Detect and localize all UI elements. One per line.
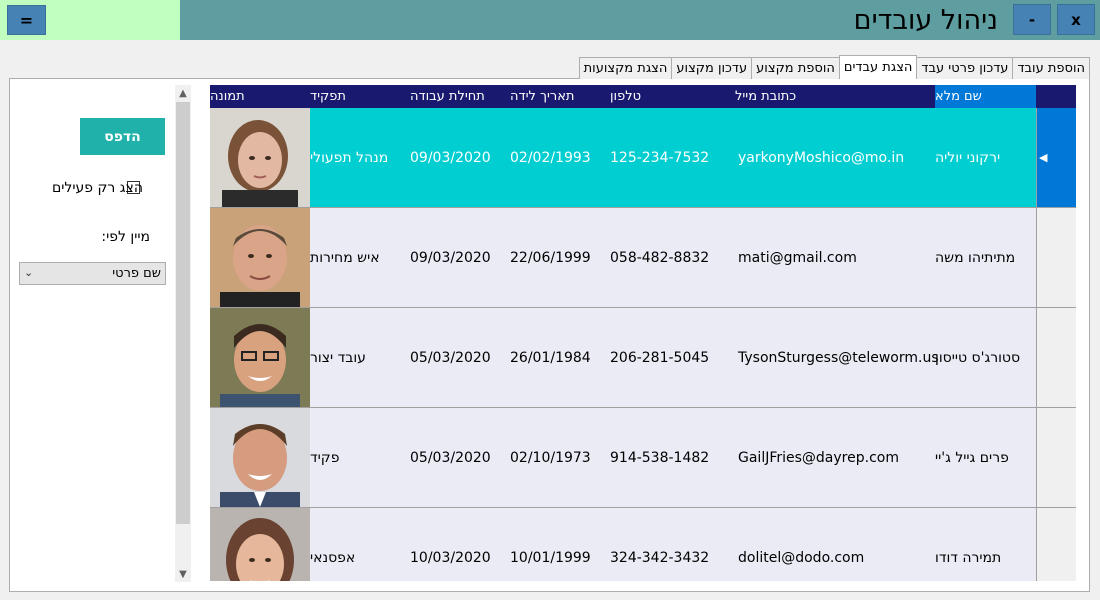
cell-start-date[interactable]: 05/03/2020 — [410, 308, 510, 407]
column-header-birth[interactable]: תאריך לידה — [510, 85, 610, 108]
cell-role[interactable]: איש מחירות — [310, 208, 410, 307]
cell-start-date[interactable]: 09/03/2020 — [410, 108, 510, 207]
active-only-text: הצג רק פעילים — [52, 180, 143, 196]
cell-birth-date[interactable]: 26/01/1984 — [510, 308, 610, 407]
row-header[interactable] — [1036, 208, 1076, 307]
tab-update-employee[interactable]: עדכון פרטי עבד — [916, 57, 1014, 79]
tab-add-profession[interactable]: הוספת מקצוע — [751, 57, 840, 79]
column-header-email[interactable]: כתובת מייל — [735, 85, 935, 108]
row-header[interactable]: ◀ — [1036, 108, 1076, 207]
cell-email[interactable]: yarkonyMoshico@mo.in — [738, 108, 938, 207]
employee-photo — [210, 408, 310, 507]
column-header-role[interactable]: תפקיד — [310, 85, 410, 108]
cell-name[interactable]: תמירה דודו — [935, 508, 1036, 581]
cell-role[interactable]: אפסנאי — [310, 508, 410, 581]
employees-grid: שם מלא כתובת מייל טלפון תאריך לידה תחילת… — [210, 85, 1076, 581]
column-header-start[interactable]: תחילת עבודה — [410, 85, 510, 108]
scroll-up-icon[interactable]: ▲ — [175, 85, 191, 101]
tab-strip: הוספת עובד עדכון פרטי עבד הצגת עבדים הוס… — [557, 55, 1090, 79]
table-row[interactable]: אפסנאי 10/03/2020 10/01/1999 324-342-343… — [210, 508, 1076, 581]
current-row-icon: ◀ — [1039, 151, 1048, 164]
cell-birth-date[interactable]: 22/06/1999 — [510, 208, 610, 307]
employee-photo — [210, 208, 310, 307]
cell-birth-date[interactable]: 02/02/1993 — [510, 108, 610, 207]
cell-role[interactable]: עובד יצור — [310, 308, 410, 407]
cell-start-date[interactable]: 09/03/2020 — [410, 208, 510, 307]
row-header[interactable] — [1036, 308, 1076, 407]
sort-select[interactable]: שם פרטי ⌄ — [19, 262, 166, 285]
tab-add-employee[interactable]: הוספת עובד — [1012, 57, 1090, 79]
cell-name[interactable]: מתיתיהו משה — [935, 208, 1036, 307]
cell-role[interactable]: מנהל תפעולי — [310, 108, 410, 207]
cell-phone[interactable]: 324-342-3432 — [610, 508, 710, 581]
cell-role[interactable]: פקיד — [310, 408, 410, 507]
column-header-phone[interactable]: טלפון — [610, 85, 735, 108]
cell-name[interactable]: פרים גייל ג'יי — [935, 408, 1036, 507]
cell-start-date[interactable]: 10/03/2020 — [410, 508, 510, 581]
print-button[interactable]: הדפס — [80, 118, 165, 155]
minimize-button[interactable]: - — [1013, 4, 1051, 35]
app-title: ניהול עובדים — [853, 4, 998, 36]
cell-birth-date[interactable]: 10/01/1999 — [510, 508, 610, 581]
cell-phone[interactable]: 125-234-7532 — [610, 108, 710, 207]
cell-email[interactable]: GailJFries@dayrep.com — [738, 408, 938, 507]
row-header[interactable] — [1036, 508, 1076, 581]
menu-button[interactable]: = — [7, 5, 46, 35]
table-row[interactable]: מנהל תפעולי 09/03/2020 02/02/1993 125-23… — [210, 108, 1076, 208]
grid-header: שם מלא כתובת מייל טלפון תאריך לידה תחילת… — [210, 85, 1076, 108]
cell-phone[interactable]: 914-538-1482 — [610, 408, 710, 507]
cell-email[interactable]: dolitel@dodo.com — [738, 508, 938, 581]
cell-phone[interactable]: 206-281-5045 — [610, 308, 710, 407]
tab-show-professions[interactable]: הצגת מקצועות — [578, 57, 673, 79]
table-row[interactable]: איש מחירות 09/03/2020 22/06/1999 058-482… — [210, 208, 1076, 308]
table-row[interactable]: עובד יצור 05/03/2020 26/01/1984 206-281-… — [210, 308, 1076, 408]
sort-select-value: שם פרטי — [112, 266, 161, 281]
close-button[interactable]: x — [1057, 4, 1095, 35]
employee-photo — [210, 508, 310, 581]
table-row[interactable]: פקיד 05/03/2020 02/10/1973 914-538-1482 … — [210, 408, 1076, 508]
scroll-down-icon[interactable]: ▼ — [175, 566, 191, 582]
chevron-down-icon: ⌄ — [24, 266, 34, 279]
cell-email[interactable]: mati@gmail.com — [738, 208, 938, 307]
vertical-scrollbar[interactable]: ▲ ▼ — [175, 85, 191, 582]
sort-label: מיין לפי: — [101, 229, 150, 245]
column-header-photo[interactable]: תמונה — [210, 85, 310, 108]
cell-birth-date[interactable]: 02/10/1973 — [510, 408, 610, 507]
tab-update-profession[interactable]: עדכון מקצוע — [671, 57, 753, 79]
cell-name[interactable]: סטורג'ס טייסון — [935, 308, 1036, 407]
cell-name[interactable]: ירקוני יוליה — [935, 108, 1036, 207]
employee-photo — [210, 108, 310, 207]
row-header[interactable] — [1036, 408, 1076, 507]
employee-photo — [210, 308, 310, 407]
column-header-name[interactable]: שם מלא — [935, 85, 1036, 108]
cell-start-date[interactable]: 05/03/2020 — [410, 408, 510, 507]
scrollbar-thumb[interactable] — [176, 102, 190, 524]
tab-show-employees[interactable]: הצגת עבדים — [838, 55, 918, 79]
cell-email[interactable]: TysonSturgess@teleworm.us — [738, 308, 939, 407]
cell-phone[interactable]: 058-482-8832 — [610, 208, 710, 307]
active-only-label: הצג רק פעילים — [33, 178, 143, 198]
